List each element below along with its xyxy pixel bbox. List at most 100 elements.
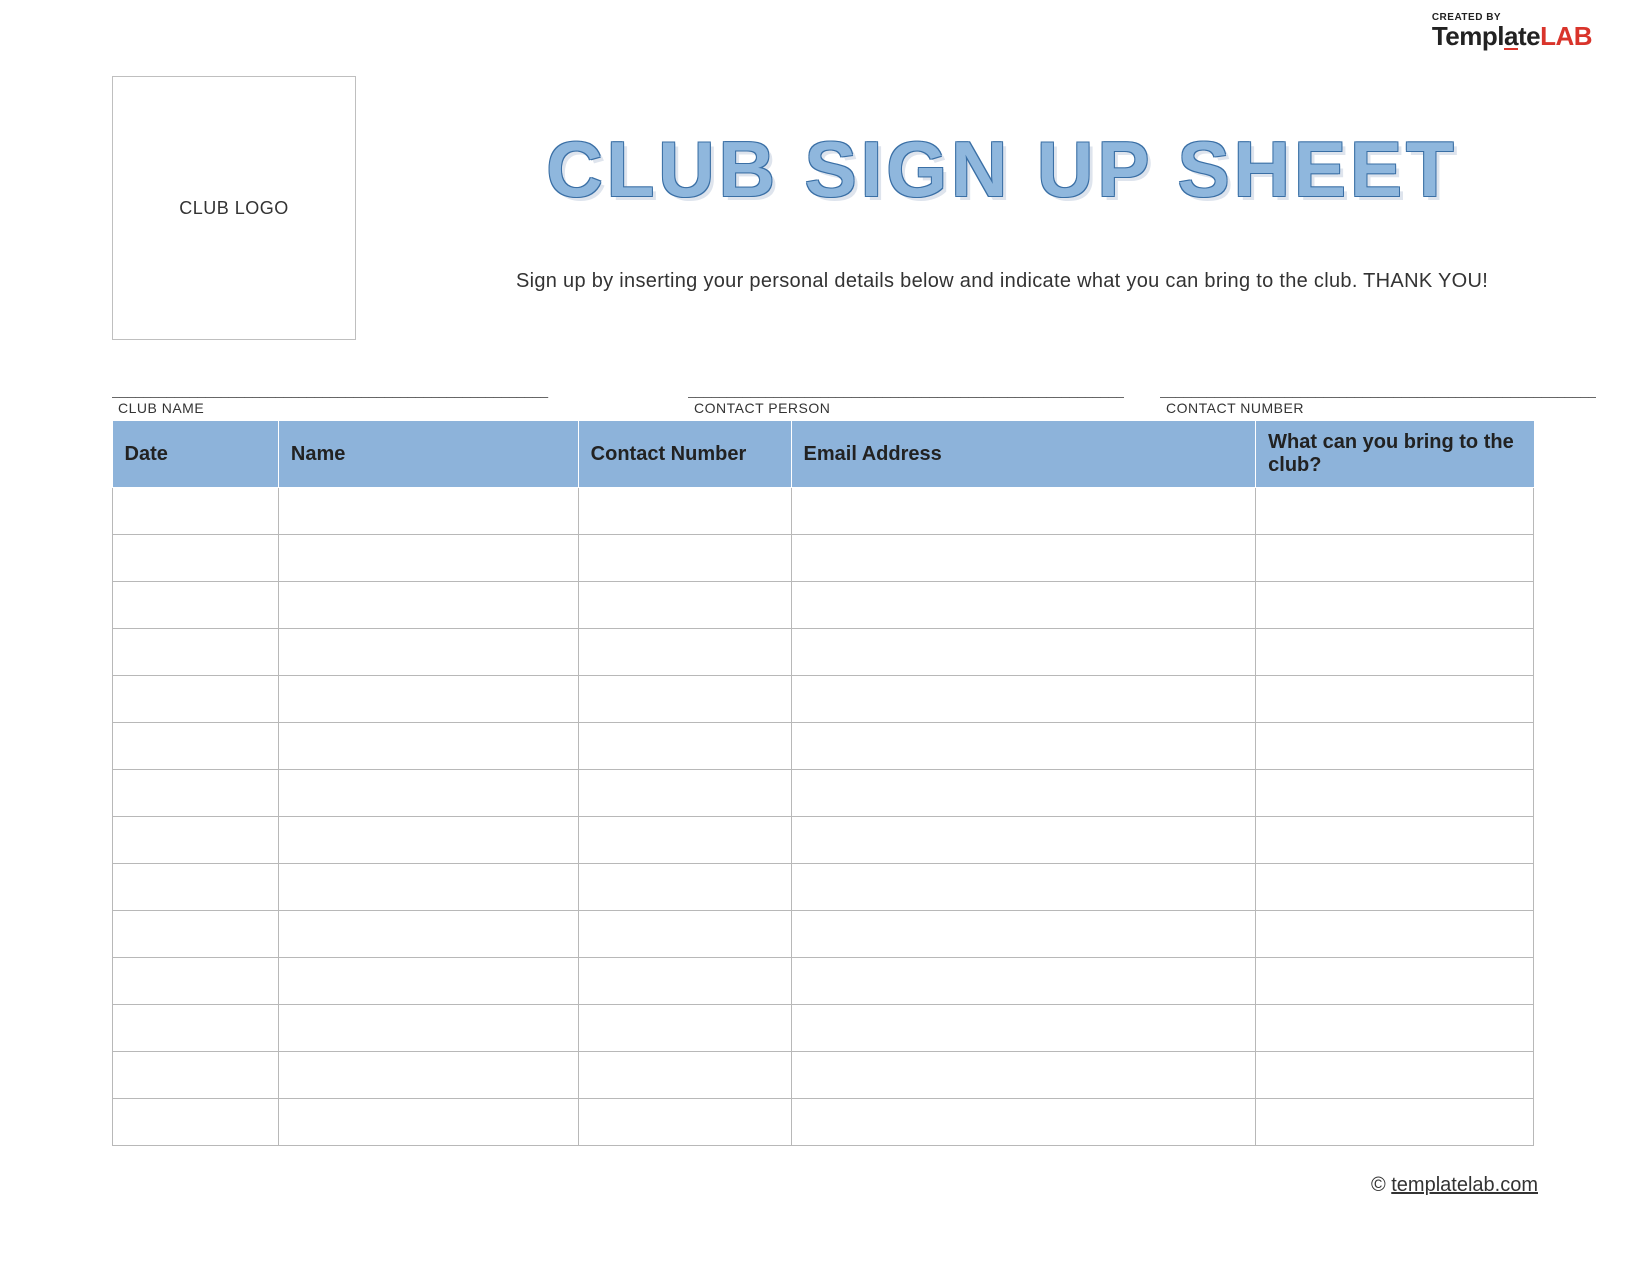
cell-name	[278, 1052, 578, 1099]
cell-email	[791, 629, 1256, 676]
header-email: Email Address	[791, 421, 1256, 488]
page-subtitle: Sign up by inserting your personal detai…	[466, 270, 1538, 293]
cell-name	[278, 911, 578, 958]
cell-email	[791, 1052, 1256, 1099]
cell-date	[113, 1052, 279, 1099]
club-name-line: ________________________________________…	[112, 382, 652, 398]
page-title: CLUB SIGN UP SHEET	[466, 130, 1538, 208]
cell-name	[278, 723, 578, 770]
cell-date	[113, 723, 279, 770]
cell-name	[278, 676, 578, 723]
cell-date	[113, 770, 279, 817]
cell-email	[791, 535, 1256, 582]
header-contact: Contact Number	[578, 421, 791, 488]
cell-name	[278, 488, 578, 535]
cell-date	[113, 629, 279, 676]
cell-bring	[1256, 864, 1534, 911]
table-row	[113, 488, 1534, 535]
cell-contact	[578, 488, 791, 535]
cell-name	[278, 770, 578, 817]
cell-date	[113, 817, 279, 864]
copyright-symbol: ©	[1371, 1174, 1386, 1196]
table-row	[113, 911, 1534, 958]
cell-bring	[1256, 1099, 1534, 1146]
cell-contact	[578, 911, 791, 958]
cell-date	[113, 864, 279, 911]
header-bring: What can you bring to the club?	[1256, 421, 1534, 488]
cell-email	[791, 911, 1256, 958]
contact-number-line: ________________________________________…	[1160, 382, 1596, 398]
table-row	[113, 864, 1534, 911]
cell-contact	[578, 1005, 791, 1052]
cell-email	[791, 1005, 1256, 1052]
table-row	[113, 629, 1534, 676]
cell-email	[791, 958, 1256, 1005]
table-row	[113, 817, 1534, 864]
cell-contact	[578, 582, 791, 629]
cell-contact	[578, 629, 791, 676]
cell-contact	[578, 958, 791, 1005]
cell-bring	[1256, 629, 1534, 676]
footer-link[interactable]: templatelab.com	[1391, 1174, 1538, 1196]
club-name-label: CLUB NAME	[112, 400, 652, 416]
table-header-row: Date Name Contact Number Email Address W…	[113, 421, 1534, 488]
cell-email	[791, 864, 1256, 911]
contact-number-label: CONTACT NUMBER	[1160, 400, 1596, 416]
cell-name	[278, 1005, 578, 1052]
cell-contact	[578, 1052, 791, 1099]
table-row	[113, 1005, 1534, 1052]
cell-date	[113, 535, 279, 582]
contact-person-line: ________________________________________…	[688, 382, 1124, 398]
cell-date	[113, 488, 279, 535]
cell-email	[791, 676, 1256, 723]
table-row	[113, 535, 1534, 582]
table-row	[113, 958, 1534, 1005]
cell-date	[113, 582, 279, 629]
cell-name	[278, 582, 578, 629]
cell-contact	[578, 535, 791, 582]
cell-bring	[1256, 770, 1534, 817]
club-name-field: ________________________________________…	[112, 382, 652, 416]
cell-name	[278, 629, 578, 676]
cell-email	[791, 770, 1256, 817]
cell-email	[791, 817, 1256, 864]
cell-date	[113, 911, 279, 958]
brand-name: TemplateLAB	[1432, 21, 1592, 52]
info-fields-row: ________________________________________…	[112, 382, 1534, 416]
cell-date	[113, 958, 279, 1005]
cell-bring	[1256, 723, 1534, 770]
footer: © templatelab.com	[1371, 1174, 1538, 1197]
cell-name	[278, 817, 578, 864]
cell-bring	[1256, 676, 1534, 723]
cell-contact	[578, 817, 791, 864]
cell-name	[278, 864, 578, 911]
table-row	[113, 1099, 1534, 1146]
contact-person-label: CONTACT PERSON	[688, 400, 1124, 416]
cell-contact	[578, 676, 791, 723]
table-row	[113, 770, 1534, 817]
table-row	[113, 582, 1534, 629]
contact-number-field: ________________________________________…	[1160, 382, 1596, 416]
table-row	[113, 676, 1534, 723]
cell-bring	[1256, 958, 1534, 1005]
cell-email	[791, 488, 1256, 535]
cell-name	[278, 1099, 578, 1146]
table-row	[113, 1052, 1534, 1099]
header-row: CLUB LOGO CLUB SIGN UP SHEET Sign up by …	[112, 76, 1538, 340]
table-row	[113, 723, 1534, 770]
cell-date	[113, 1099, 279, 1146]
cell-date	[113, 1005, 279, 1052]
club-logo-text: CLUB LOGO	[179, 198, 289, 219]
cell-bring	[1256, 1052, 1534, 1099]
cell-email	[791, 582, 1256, 629]
contact-person-field: ________________________________________…	[688, 382, 1124, 416]
cell-bring	[1256, 535, 1534, 582]
cell-name	[278, 535, 578, 582]
cell-bring	[1256, 1005, 1534, 1052]
header-date: Date	[113, 421, 279, 488]
cell-email	[791, 1099, 1256, 1146]
cell-bring	[1256, 488, 1534, 535]
cell-bring	[1256, 582, 1534, 629]
club-logo-placeholder: CLUB LOGO	[112, 76, 356, 340]
cell-date	[113, 676, 279, 723]
